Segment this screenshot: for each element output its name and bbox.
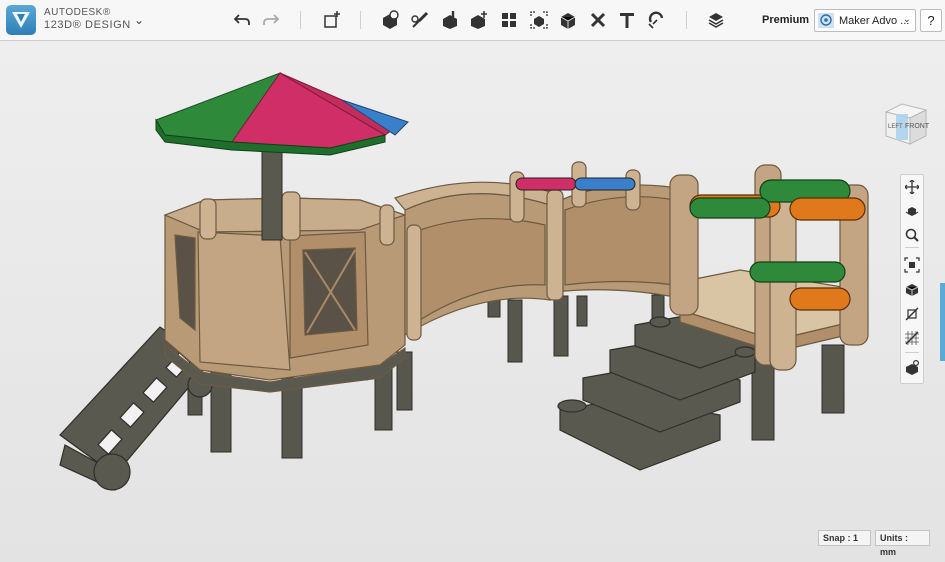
hide-sketch-icon[interactable] xyxy=(903,305,921,323)
chevron-down-icon: ⌄ xyxy=(902,14,911,25)
app-logo-icon[interactable] xyxy=(6,5,36,35)
app-menu-chevron-icon[interactable]: ⌄ xyxy=(134,13,144,27)
zoom-icon[interactable] xyxy=(903,226,921,244)
group-icon[interactable] xyxy=(527,8,551,32)
text-icon[interactable] xyxy=(615,8,639,32)
fit-icon[interactable] xyxy=(903,256,921,274)
primitives-icon[interactable] xyxy=(378,8,402,32)
user-menu[interactable]: Maker Advo ... ⌄ xyxy=(814,9,916,32)
nav-divider xyxy=(905,352,919,353)
undo-icon[interactable] xyxy=(230,8,254,32)
playground-model[interactable] xyxy=(0,41,945,562)
help-button[interactable]: ? xyxy=(920,9,942,32)
snap-setting[interactable]: Snap : 1 xyxy=(818,530,871,546)
sketch-icon[interactable] xyxy=(408,8,432,32)
nav-divider xyxy=(905,247,919,248)
pan-icon[interactable] xyxy=(903,178,921,196)
snap-icon[interactable] xyxy=(645,8,669,32)
pattern-icon[interactable] xyxy=(497,8,521,32)
redo-icon[interactable] xyxy=(259,8,283,32)
side-panel-tab[interactable] xyxy=(940,283,945,361)
brand-line1: AUTODESK® xyxy=(44,7,111,18)
construct-icon[interactable] xyxy=(438,8,462,32)
brand-line2: 123D® DESIGN xyxy=(44,19,131,31)
orbit-icon[interactable] xyxy=(903,202,921,220)
combine-icon[interactable] xyxy=(556,8,580,32)
app-brand[interactable]: AUTODESK® 123D® DESIGN xyxy=(44,7,131,31)
toolbar-divider xyxy=(686,11,687,29)
viewcube-left-label: LEFT xyxy=(888,124,903,130)
add-object-icon[interactable] xyxy=(320,8,344,32)
user-name: Maker Advo ... xyxy=(839,15,910,27)
units-setting[interactable]: Units : mm xyxy=(875,530,930,557)
premium-link[interactable]: Premium xyxy=(762,14,809,26)
navigation-bar xyxy=(900,174,924,384)
avatar xyxy=(818,13,834,28)
toolbar-divider xyxy=(300,11,301,29)
material-icon[interactable] xyxy=(704,8,728,32)
hide-mesh-icon[interactable] xyxy=(903,329,921,347)
3d-viewport[interactable]: LEFT FRONT xyxy=(0,41,945,562)
top-toolbar: AUTODESK® 123D® DESIGN ⌄ Premium Maker A… xyxy=(0,0,945,41)
modify-icon[interactable] xyxy=(467,8,491,32)
viewcube[interactable]: LEFT FRONT xyxy=(880,98,930,148)
shaded-view-icon[interactable] xyxy=(903,281,921,299)
delete-icon[interactable] xyxy=(586,8,610,32)
left-tower xyxy=(163,191,407,393)
viewcube-front-label: FRONT xyxy=(905,123,930,130)
toolbar-divider xyxy=(360,11,361,29)
material-view-icon[interactable] xyxy=(903,359,921,377)
